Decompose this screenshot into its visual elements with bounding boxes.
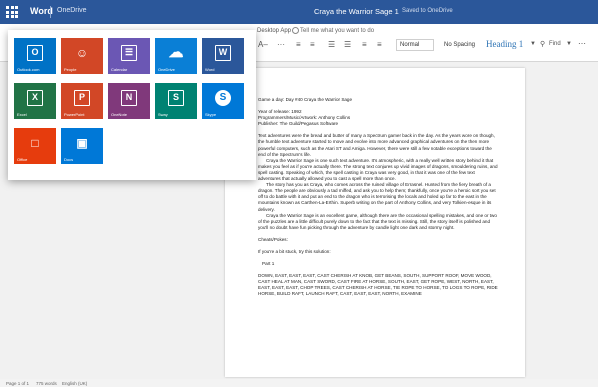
tile-label: Skype bbox=[205, 112, 217, 117]
tile-sway[interactable]: S Sway bbox=[155, 83, 197, 119]
tile-docs[interactable]: ▣ Docs bbox=[61, 128, 103, 164]
clear-format-icon[interactable]: ··· bbox=[277, 40, 285, 49]
sway-icon: S bbox=[168, 90, 184, 106]
paragraph: Craya the Warrior Sage is one such text … bbox=[258, 157, 498, 182]
more-options-icon[interactable]: ⋯ bbox=[578, 39, 586, 48]
chevron-down-icon[interactable]: ▼ bbox=[530, 41, 536, 47]
save-status: Saved to OneDrive bbox=[402, 8, 453, 14]
find-chevron-icon[interactable]: ▼ bbox=[566, 41, 572, 47]
onenote-icon: N bbox=[121, 90, 137, 106]
app-launcher-flyout: O Outlook.com ☺ People ☰ Calendar ☁ OneD… bbox=[8, 30, 256, 180]
open-in-desktop-app[interactable]: Desktop App bbox=[257, 28, 291, 34]
tile-label: OneDrive bbox=[158, 67, 175, 72]
tile-label: Office bbox=[17, 157, 28, 162]
paragraph: The story has you as Craya, who comes ac… bbox=[258, 182, 496, 212]
document-body[interactable]: Game a day: Day #40 Craya the Warrior Sa… bbox=[258, 97, 498, 298]
tile-label: People bbox=[64, 67, 77, 72]
tile-onenote[interactable]: N OneNote bbox=[108, 83, 150, 119]
tile-label: Calendar bbox=[111, 67, 128, 72]
calendar-icon: ☰ bbox=[121, 45, 137, 61]
tile-powerpoint[interactable]: P PowerPoint bbox=[61, 83, 103, 119]
tile-label: PowerPoint bbox=[64, 112, 85, 117]
font-size-icon[interactable]: A– bbox=[258, 40, 268, 49]
tile-onedrive[interactable]: ☁ OneDrive bbox=[155, 38, 197, 74]
suite-bar: Word OneDrive Craya the Warrior Sage 1 S… bbox=[0, 0, 598, 24]
tile-skype[interactable]: S Skype bbox=[202, 83, 244, 119]
tile-people[interactable]: ☺ People bbox=[61, 38, 103, 74]
tile-label: Excel bbox=[17, 112, 27, 117]
skype-icon: S bbox=[215, 90, 231, 106]
excel-icon: X bbox=[27, 90, 43, 106]
people-icon: ☺ bbox=[75, 46, 89, 60]
tile-calendar[interactable]: ☰ Calendar bbox=[108, 38, 150, 74]
app-launcher-icon[interactable] bbox=[6, 6, 18, 18]
indent-icon[interactable]: ☰ bbox=[328, 40, 335, 49]
tile-word[interactable]: W Word bbox=[202, 38, 244, 74]
outlook-icon: O bbox=[27, 45, 43, 61]
bullets-icon[interactable]: ≡ bbox=[296, 40, 301, 49]
word-count: 775 words bbox=[36, 380, 57, 386]
office-icon: □ bbox=[31, 136, 39, 150]
service-link[interactable]: OneDrive bbox=[57, 7, 87, 14]
align-center-icon[interactable]: ≡ bbox=[377, 40, 382, 49]
tile-outlook[interactable]: O Outlook.com bbox=[14, 38, 56, 74]
tile-label: OneNote bbox=[111, 112, 128, 117]
powerpoint-icon: P bbox=[74, 90, 90, 106]
tile-excel[interactable]: X Excel bbox=[14, 83, 56, 119]
find-label[interactable]: Find bbox=[549, 41, 561, 47]
tell-me-box[interactable]: Tell me what you want to do bbox=[300, 28, 374, 34]
style-normal[interactable]: Normal bbox=[396, 39, 434, 51]
numbering-icon[interactable]: ≡ bbox=[310, 40, 315, 49]
status-bar: Page 1 of 1 775 words English (UK) bbox=[0, 379, 598, 387]
outdent-icon[interactable]: ☰ bbox=[344, 40, 351, 49]
lightbulb-icon bbox=[292, 27, 299, 34]
document-title[interactable]: Craya the Warrior Sage 1 bbox=[314, 7, 399, 16]
tile-label: Docs bbox=[64, 157, 74, 162]
tile-label: Sway bbox=[158, 112, 168, 117]
tile-office[interactable]: □ Office bbox=[14, 128, 56, 164]
paragraph: Craya the Warrior Sage is an excellent g… bbox=[258, 212, 497, 230]
cloud-icon: ☁ bbox=[168, 44, 184, 61]
style-no-spacing[interactable]: No Spacing bbox=[440, 39, 482, 51]
solution-text: DOWN, EAST, EAST, EAST, CAST CHERISH AT … bbox=[258, 273, 498, 297]
paragraph: Text adventures were the bread and butte… bbox=[258, 133, 495, 157]
docs-icon: ▣ bbox=[76, 136, 88, 150]
tile-label: Outlook.com bbox=[17, 67, 40, 72]
find-icon[interactable]: ⚲ bbox=[540, 40, 545, 48]
style-heading-1[interactable]: Heading 1 bbox=[486, 39, 523, 49]
page-count: Page 1 of 1 bbox=[6, 380, 30, 386]
word-icon: W bbox=[215, 45, 231, 61]
tile-label: Word bbox=[205, 67, 215, 72]
divider bbox=[50, 6, 51, 18]
language-indicator[interactable]: English (UK) bbox=[62, 381, 87, 386]
align-left-icon[interactable]: ≡ bbox=[362, 40, 367, 49]
